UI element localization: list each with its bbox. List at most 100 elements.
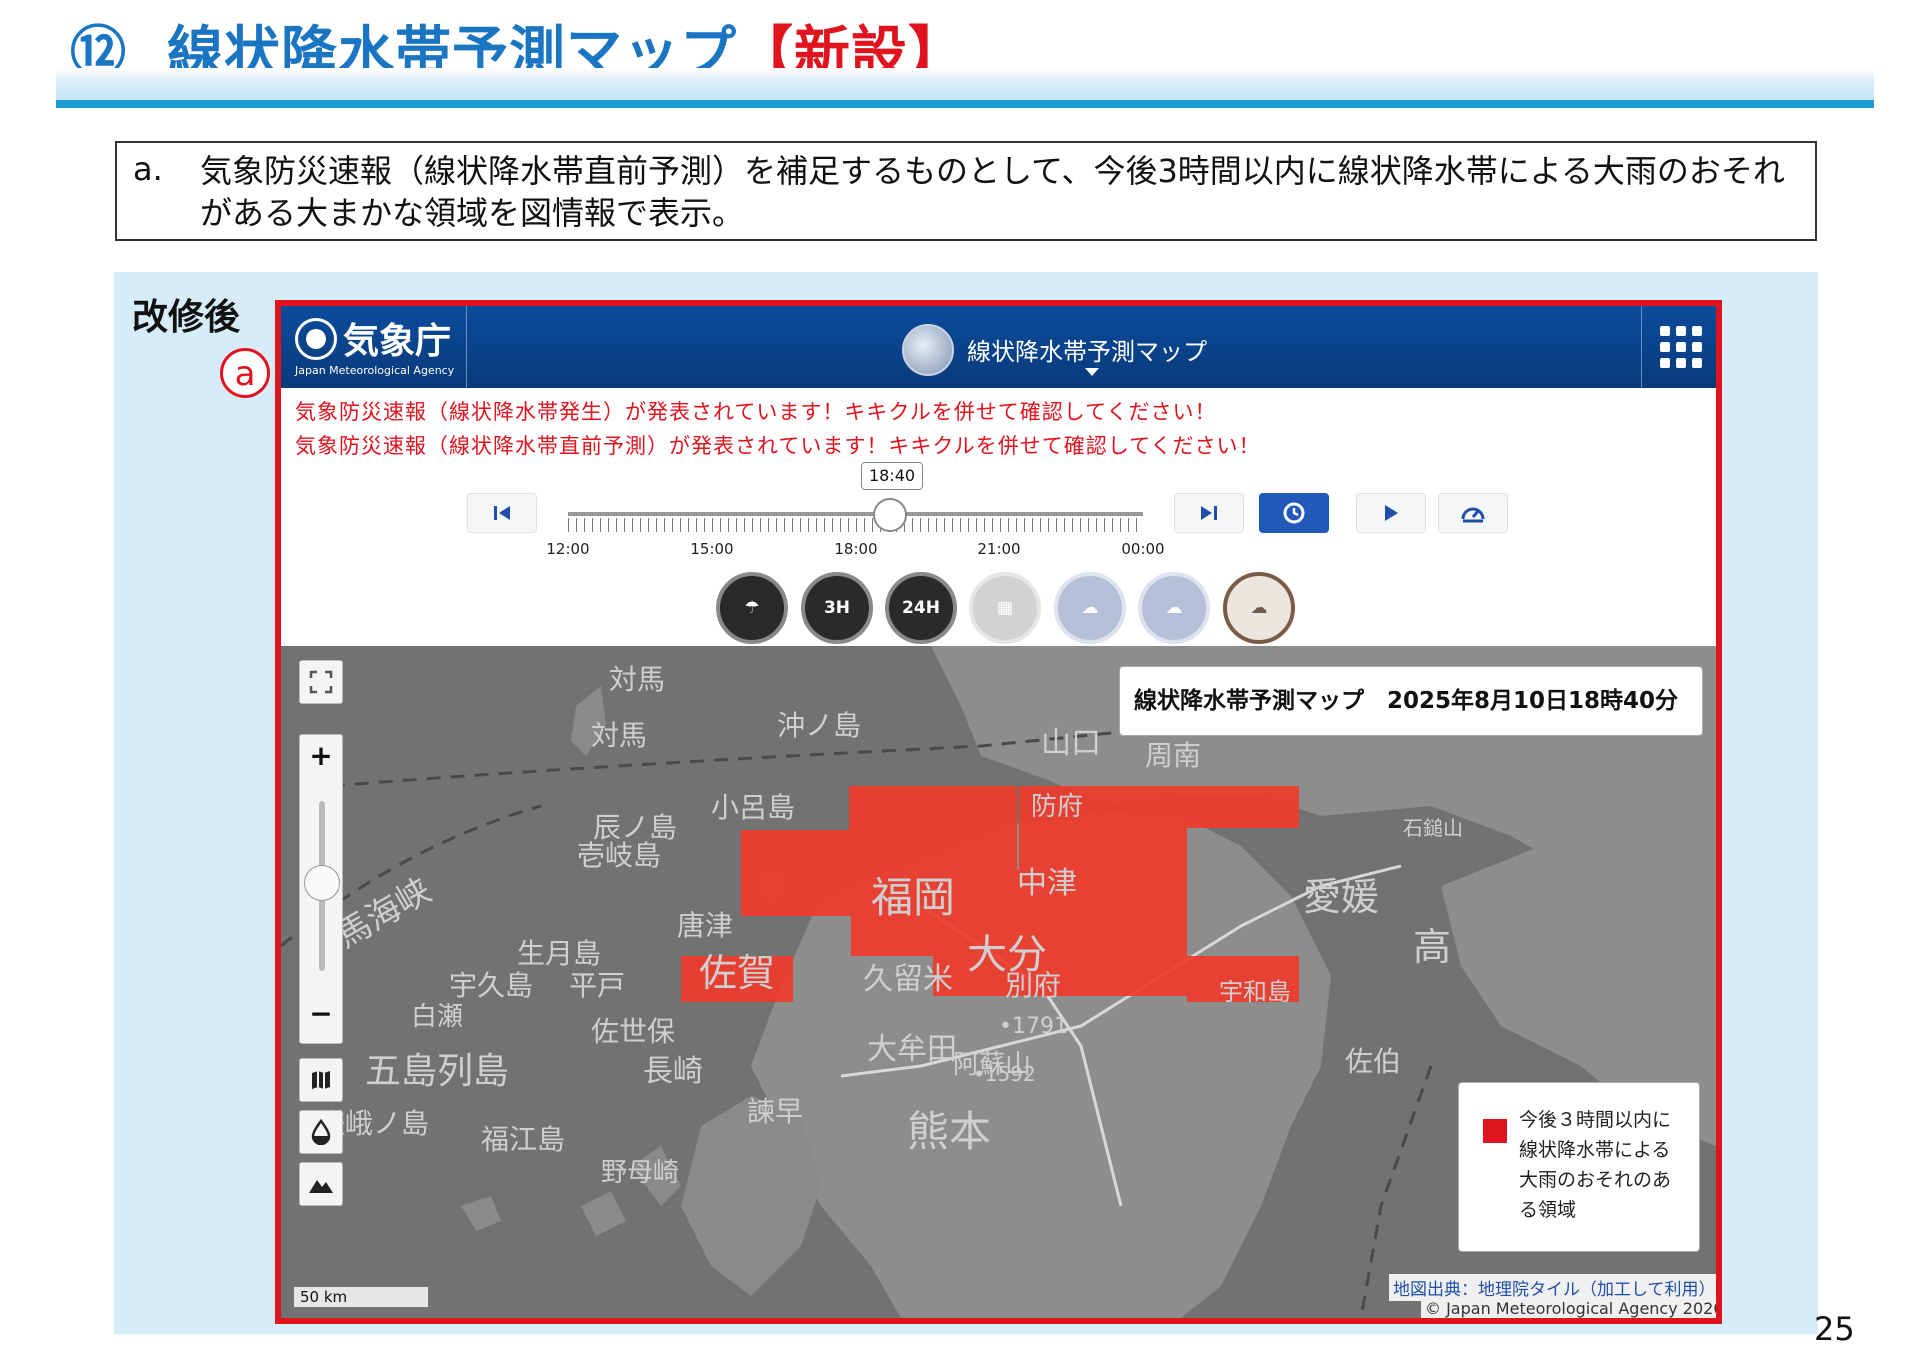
place-label: 唐津	[677, 909, 734, 942]
grid-menu-icon	[1660, 326, 1702, 368]
place-label: 五島列島	[365, 1051, 510, 1092]
map-app-icon	[902, 324, 954, 376]
jma-emblem-icon	[295, 318, 337, 360]
place-label: 福江島	[481, 1123, 566, 1156]
terrain-button[interactable]	[299, 1162, 343, 1206]
jma-logo-subtitle: Japan Meteorological Agency	[295, 364, 455, 377]
place-label: 石鎚山	[1403, 816, 1463, 840]
layer-label: 3H	[823, 598, 851, 618]
place-label: 防府	[1031, 792, 1084, 822]
alert-occurrence[interactable]: 気象防災速報（線状降水帯発生）が発表されています！キキクルを併せて確認してくださ…	[295, 396, 1216, 426]
layer-rainband-forecast-button[interactable]: ☁	[1138, 572, 1210, 644]
place-label: 久留米	[863, 962, 953, 997]
alert-forecast[interactable]: 気象防災速報（線状降水帯直前予測）が発表されています！キキクルを併せて確認してく…	[295, 430, 1260, 460]
layer-linear-rainband-button[interactable]: ☁	[1054, 572, 1126, 644]
layer-grid-button[interactable]: ▦	[969, 572, 1041, 644]
place-label: 沖ノ島	[777, 709, 862, 742]
map-copyright: © Japan Meteorological Agency 2020	[1421, 1298, 1716, 1318]
risk-area	[1187, 786, 1299, 828]
skip-to-end-button[interactable]	[1174, 493, 1244, 533]
place-label: 周南	[1145, 739, 1202, 772]
jma-logo[interactable]: 気象庁 Japan Meteorological Agency	[281, 306, 467, 388]
scale-bar: 50 km	[293, 1286, 429, 1308]
mountain-icon	[309, 1180, 333, 1193]
rain-cloud-icon: ☂	[744, 598, 760, 618]
grid-icon: ▦	[996, 598, 1014, 618]
place-label: 対馬	[609, 663, 666, 696]
legend-text: 今後３時間以内に線状降水帯による大雨のおそれのある領域	[1519, 1109, 1672, 1221]
tick-label: 21:00	[977, 540, 1021, 558]
speedometer-icon	[1461, 507, 1485, 523]
jma-logo-name: 気象庁	[343, 321, 452, 362]
opacity-button[interactable]	[299, 1110, 343, 1154]
place-label: 長崎	[643, 1054, 703, 1089]
zoom-control: + −	[299, 734, 343, 1044]
zoom-out-button[interactable]: −	[300, 997, 342, 1030]
speed-button[interactable]	[1438, 493, 1508, 533]
place-label: 高	[1413, 925, 1452, 969]
refresh-clock-icon	[1283, 502, 1305, 524]
place-label: 白瀬	[411, 1002, 464, 1032]
map-attribution-link[interactable]: 地図出典：地理院タイル（加工して利用）	[1389, 1274, 1716, 1301]
description-text: 気象防災速報（線状降水帯直前予測）を補足するものとして、今後3時間以内に線状降水…	[200, 152, 1785, 232]
layer-rain-cloud-button[interactable]: ☂	[716, 572, 788, 644]
place-label: 対馬	[591, 719, 648, 752]
place-label: 中津	[1017, 866, 1077, 901]
zoom-slider-handle[interactable]	[304, 865, 340, 901]
place-label: 別府	[1005, 969, 1062, 1002]
risk-area	[849, 786, 1017, 870]
place-label: 佐賀	[699, 951, 776, 995]
play-button[interactable]	[1356, 493, 1426, 533]
place-label: 佐世保	[591, 1015, 676, 1048]
place-label: 熊本	[907, 1107, 992, 1156]
zoom-in-button[interactable]: +	[300, 739, 342, 772]
place-label: 小呂島	[711, 791, 796, 824]
chevron-down-icon[interactable]	[1085, 368, 1099, 376]
callout-marker: a	[220, 348, 270, 398]
place-label: 平戸	[569, 969, 626, 1002]
map-view[interactable]: 対馬 対馬 沖ノ島 小呂島 辰ノ島 壱岐島 馬海峡 生月島 宇久島 平戸 白瀬 …	[281, 646, 1716, 1318]
title-underline	[56, 100, 1874, 108]
layer-label: 24H	[902, 598, 940, 618]
droplet-icon	[311, 1119, 331, 1145]
skip-forward-icon	[1201, 506, 1217, 520]
risk-area	[741, 830, 851, 916]
tick-label: 18:00	[834, 540, 878, 558]
skip-back-icon	[494, 506, 510, 520]
place-label: 山口	[1041, 726, 1101, 761]
place-label: •1791	[999, 1014, 1068, 1039]
place-label: 壱岐島	[577, 839, 662, 872]
layer-landslide-button[interactable]: ☁	[1223, 572, 1295, 644]
map-legend: 今後３時間以内に線状降水帯による大雨のおそれのある領域	[1458, 1082, 1700, 1252]
page-number: 25	[1814, 1310, 1855, 1348]
skip-to-start-button[interactable]	[467, 493, 537, 533]
fullscreen-button[interactable]	[299, 660, 343, 704]
app-window: 気象庁 Japan Meteorological Agency 線状降水帯予測マ…	[275, 300, 1722, 1324]
menu-button[interactable]	[1641, 306, 1716, 388]
play-icon	[1385, 505, 1398, 521]
layer-3h-rain-button[interactable]: 3H	[801, 572, 873, 644]
place-label: 愛媛	[1303, 875, 1380, 919]
rainband-icon: ☁	[1081, 598, 1099, 618]
timeline-track[interactable]	[568, 512, 1143, 516]
basemap-button[interactable]	[299, 1058, 343, 1102]
place-label: 佐伯	[1345, 1045, 1402, 1078]
place-label: 諫早	[747, 1095, 804, 1128]
place-label: 宇和島	[1219, 978, 1291, 1006]
tick-label: 15:00	[690, 540, 734, 558]
timeline-slider-handle[interactable]	[873, 498, 907, 532]
description-marker: a.	[133, 150, 163, 188]
legend-swatch	[1483, 1119, 1507, 1143]
app-title-dropdown[interactable]: 線状降水帯予測マップ	[967, 332, 1207, 367]
panel-label: 改修後	[132, 297, 241, 338]
place-label: 大牟田	[867, 1032, 957, 1067]
rainband-forecast-icon: ☁	[1165, 598, 1183, 618]
current-time-bubble: 18:40	[861, 462, 923, 490]
timeline-ticks	[568, 518, 1143, 532]
fullscreen-icon	[309, 670, 333, 694]
layer-24h-rain-button[interactable]: 24H	[885, 572, 957, 644]
latest-time-button[interactable]	[1259, 493, 1329, 533]
map-icon	[312, 1071, 330, 1089]
app-header: 気象庁 Japan Meteorological Agency 線状降水帯予測マ…	[281, 306, 1716, 388]
place-label: 野母崎	[601, 1158, 680, 1188]
